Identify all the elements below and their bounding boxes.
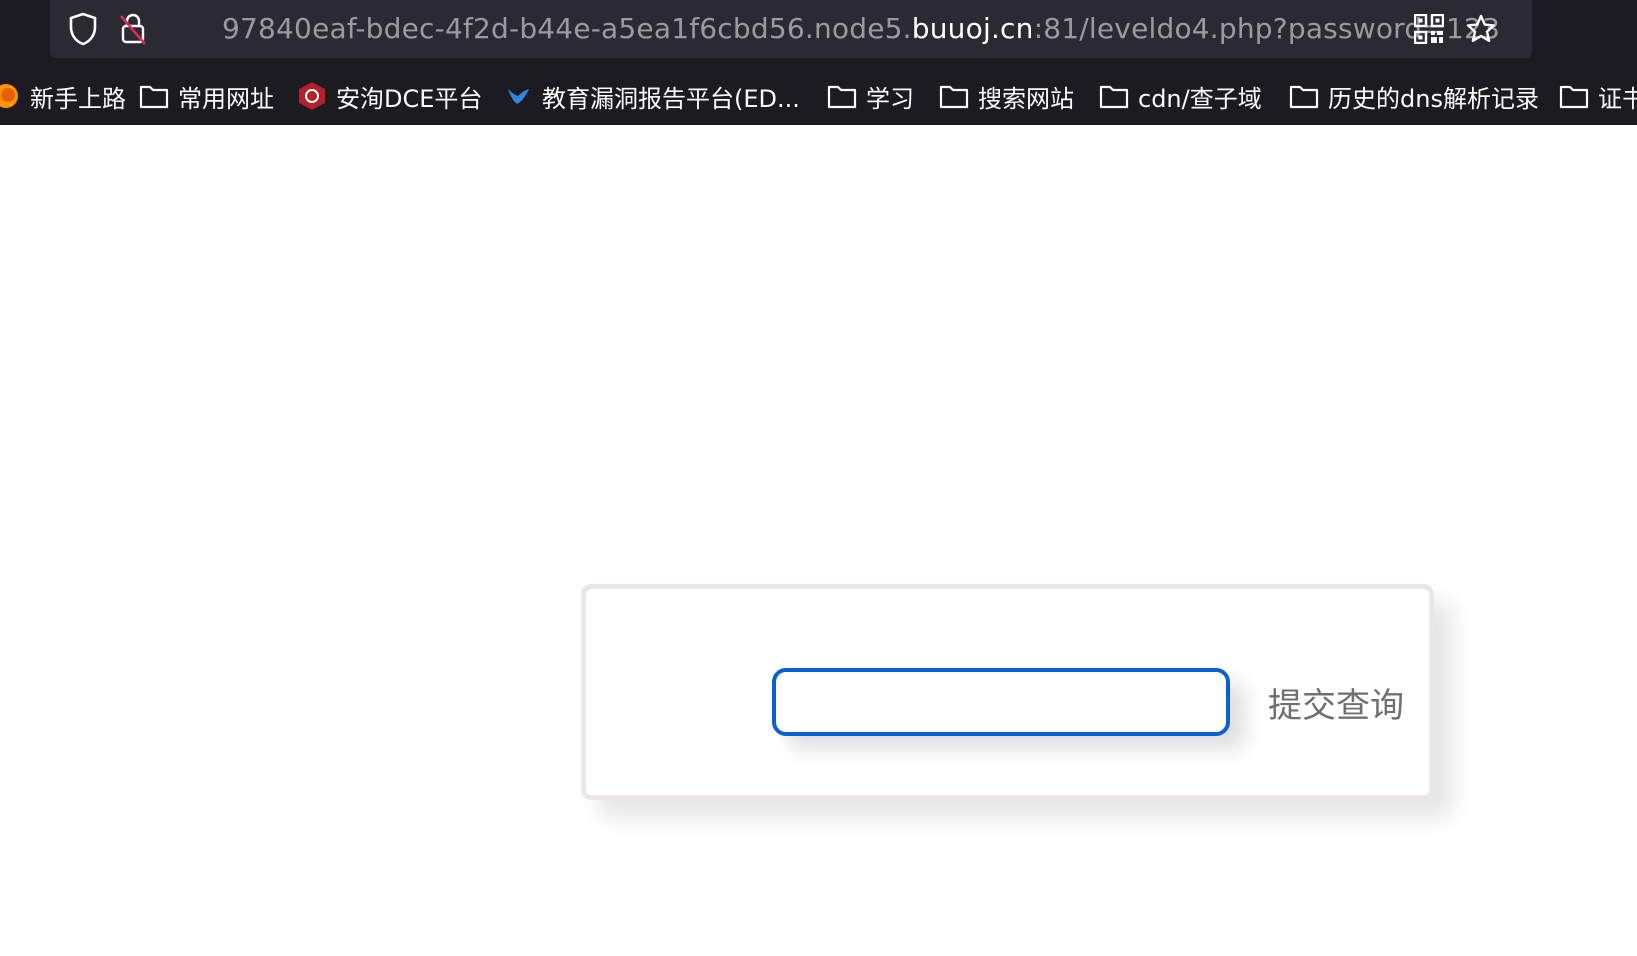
bookmark-folder[interactable]: 常用网址 [138, 76, 274, 116]
bookmark-folder[interactable]: 证书 [1558, 76, 1637, 116]
bookmark-item[interactable]: 新手上路 [0, 76, 126, 116]
bookmark-star-icon[interactable] [1462, 10, 1500, 48]
site-logo-icon [296, 80, 328, 112]
qr-code-icon[interactable] [1410, 10, 1448, 48]
bookmark-folder[interactable]: cdn/查子域 [1098, 76, 1262, 116]
folder-icon [938, 80, 970, 112]
bookmark-label: 常用网址 [178, 84, 274, 113]
bookmark-folder[interactable]: 学习 [826, 76, 914, 116]
bookmark-label: 教育漏洞报告平台(ED... [542, 84, 800, 113]
bookmark-label: cdn/查子域 [1138, 84, 1262, 113]
url-prefix: 97840eaf-bdec-4f2d-b44e-a5ea1f6cbd56.nod… [222, 12, 912, 45]
folder-icon [138, 80, 170, 112]
insecure-lock-icon[interactable] [114, 10, 152, 48]
browser-chrome: 97840eaf-bdec-4f2d-b44e-a5ea1f6cbd56.nod… [0, 0, 1637, 125]
address-bar[interactable]: 97840eaf-bdec-4f2d-b44e-a5ea1f6cbd56.nod… [50, 0, 1532, 58]
bookmark-label: 安洵DCE平台 [336, 84, 483, 113]
folder-icon [1558, 80, 1590, 112]
url-text[interactable]: 97840eaf-bdec-4f2d-b44e-a5ea1f6cbd56.nod… [222, 9, 1500, 49]
folder-icon [1098, 80, 1130, 112]
bookmark-label: 新手上路 [30, 84, 126, 113]
firefox-icon [0, 80, 22, 112]
bookmark-label: 搜索网站 [978, 84, 1074, 113]
bookmark-item[interactable]: 安洵DCE平台 [296, 76, 482, 116]
bookmark-item[interactable]: 教育漏洞报告平台(ED... [502, 76, 800, 116]
submit-query-button[interactable]: 提交查询 [1268, 677, 1418, 727]
url-host: buuoj.cn [911, 12, 1034, 45]
bookmark-folder[interactable]: 历史的dns解析记录 [1288, 76, 1539, 116]
bookmark-label: 学习 [866, 84, 914, 113]
query-input[interactable] [772, 668, 1230, 736]
bird-logo-icon [502, 80, 534, 112]
folder-icon [826, 80, 858, 112]
query-form-card: 提交查询 [581, 584, 1434, 800]
bookmarks-toolbar: 新手上路 常用网址 安洵DCE平台 教育漏洞报告平台(ED... 学习 搜索网站… [0, 76, 1637, 116]
bookmark-folder[interactable]: 搜索网站 [938, 76, 1074, 116]
bookmark-label: 历史的dns解析记录 [1328, 84, 1539, 113]
folder-icon [1288, 80, 1320, 112]
shield-icon[interactable] [64, 10, 102, 48]
bookmark-label: 证书 [1598, 84, 1637, 113]
